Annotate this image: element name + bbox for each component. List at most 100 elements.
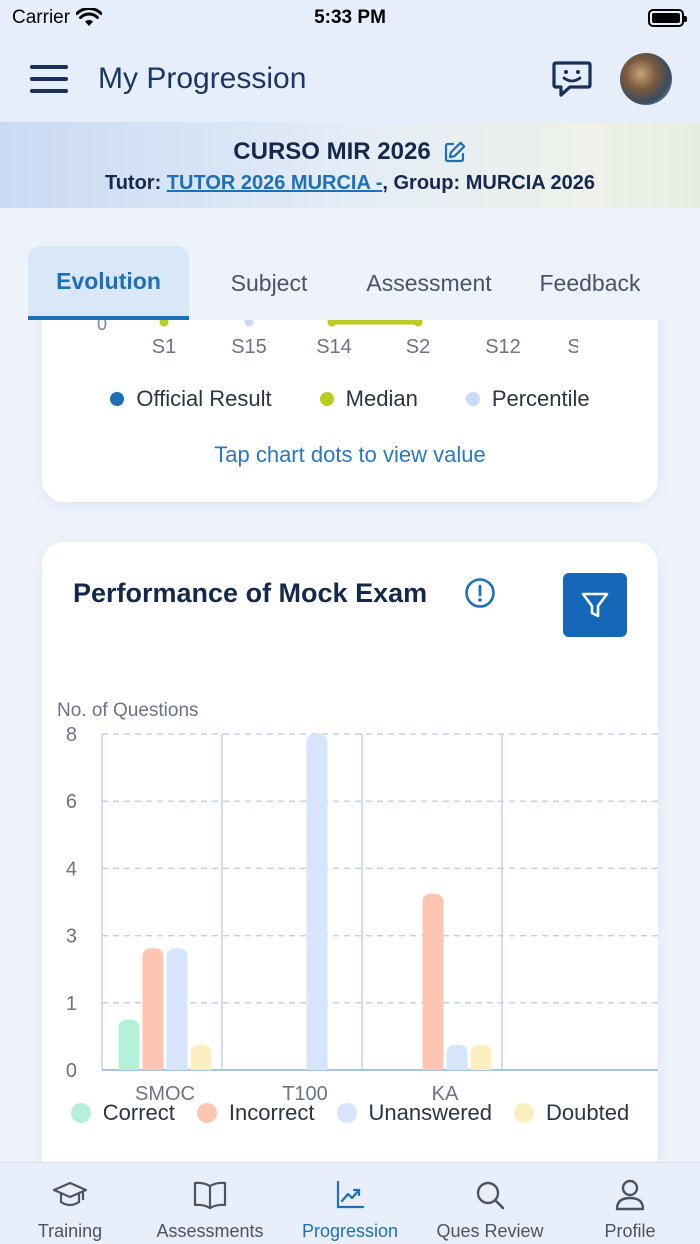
legend-label: Median [345,386,418,411]
legend-label: Correct [102,1100,175,1125]
bottom-nav: Training Assessments Progression Ques Re… [0,1162,700,1244]
evo-median-dot[interactable] [327,320,337,327]
bar-base [306,1062,328,1070]
evo-y-tick: 0 [97,320,107,334]
evo-x-label: S1 [152,336,176,358]
performance-title: Performance of Mock Exam [73,578,428,608]
percentile-dot [465,392,480,406]
y-tick-label: 4 [66,858,77,880]
evo-median-dot[interactable] [413,320,423,327]
legend-unanswered: Unanswered [336,1100,493,1126]
y-tick-label: 6 [66,791,77,813]
evo-median-dot[interactable] [159,320,169,327]
legend-median: Median [319,386,418,412]
median-dot [319,392,334,406]
nav-progression[interactable]: Progression [280,1163,420,1244]
performance-bar-chart[interactable]: No. of Questions013468SMOC T100 KA [42,652,658,1112]
app-header: My Progression [0,36,700,122]
open-book-icon [193,1181,227,1210]
legend-dot [336,1103,357,1123]
evo-x-label: S14 [316,336,352,358]
nav-label: Assessments [156,1221,264,1241]
avatar[interactable] [620,53,672,105]
status-bar: Carrier 5:33 PM [0,0,700,36]
evolution-card: 0 S1 S15 S14 S2 S12 S Official Result Median … [42,320,658,502]
tabs-area: Evolution Subject Assessment Feedback [0,208,700,322]
performance-card: Performance of Mock Exam No. of Question… [42,542,658,1162]
performance-legend: Correct Incorrect Unanswered Doubted [42,1100,658,1126]
tutor-link[interactable]: TUTOR 2026 MURCIA - [167,172,383,194]
course-banner: CURSO MIR 2026 Tutor: TUTOR 2026 MURCIA … [0,122,700,208]
hamburger-menu-icon[interactable] [30,65,68,93]
legend-dot [514,1103,535,1123]
legend-label: Doubted [546,1100,630,1125]
nav-label: Progression [301,1221,399,1241]
nav-label: Ques Review [436,1221,544,1241]
info-circle-icon[interactable] [464,577,496,609]
legend-label: Official Result [136,386,272,411]
nav-label: Training [37,1221,103,1241]
chat-smile-icon[interactable] [550,57,594,101]
wifi-icon [76,8,103,26]
y-tick-label: 0 [66,1060,77,1082]
bar-incorrect[interactable] [422,893,444,1070]
bar-base [118,1062,140,1070]
edit-icon[interactable] [443,140,467,164]
evo-x-label: S15 [231,336,267,358]
nav-assessments[interactable]: Assessments [140,1163,280,1244]
legend-label: Percentile [491,386,590,411]
tab-feedback[interactable]: Feedback [509,246,671,320]
status-time: 5:33 PM [314,7,386,28]
bar-unanswered[interactable] [306,734,328,1070]
y-axis-label: No. of Questions [57,700,199,721]
tab-bar: Evolution Subject Assessment Feedback [28,246,671,320]
bar-base [142,1062,164,1070]
legend-official-result: Official Result [110,386,272,412]
legend-label: Incorrect [228,1100,315,1125]
filter-funnel-icon [581,592,609,618]
tap-hint[interactable]: Tap chart dots to view value [42,442,658,468]
legend-doubted: Doubted [514,1100,629,1126]
tutor-prefix: Tutor: [104,172,167,194]
nav-training[interactable]: Training [0,1163,140,1244]
evo-percentile-dot[interactable] [244,320,254,327]
official-result-dot [110,392,125,406]
legend-incorrect: Incorrect [196,1100,315,1126]
legend-label: Unanswered [368,1100,493,1125]
bar-base [190,1062,212,1070]
group-text: , Group: MURCIA 2026 [382,172,596,194]
nav-label: Profile [604,1221,656,1241]
legend-dot [196,1103,217,1123]
bar-base [446,1062,468,1070]
battery-icon [648,9,687,27]
evolution-chart[interactable]: 0 S1 S15 S14 S2 S12 S [42,320,658,360]
y-tick-label: 1 [66,993,77,1015]
status-left: Carrier [12,7,103,29]
user-icon [615,1179,645,1211]
nav-profile[interactable]: Profile [560,1163,700,1244]
graduation-cap-icon [52,1181,88,1207]
bar-base [470,1062,492,1070]
evo-x-label: S2 [406,336,430,358]
filter-button[interactable] [563,573,627,637]
page-title: My Progression [98,62,307,95]
evolution-legend: Official Result Median Percentile [42,386,658,412]
y-tick-label: 3 [66,926,77,948]
tab-assessment[interactable]: Assessment [349,246,509,320]
y-tick-label: 8 [66,724,77,746]
tab-evolution[interactable]: Evolution [28,246,189,320]
bar-unanswered[interactable] [166,948,188,1070]
scroll-content[interactable]: 0 S1 S15 S14 S2 S12 S Official Result Median … [0,320,700,1162]
legend-percentile: Percentile [465,386,590,412]
evo-x-label: S12 [485,336,521,358]
course-name: CURSO MIR 2026 [233,138,431,165]
nav-ques-review[interactable]: Ques Review [420,1163,560,1244]
search-icon [476,1181,505,1210]
legend-correct: Correct [70,1100,175,1126]
legend-dot [70,1103,91,1123]
course-meta: Tutor: TUTOR 2026 MURCIA -, Group: MURCI… [0,172,700,195]
line-chart-icon [336,1180,365,1209]
bar-base [422,1062,444,1070]
tab-subject[interactable]: Subject [189,246,349,320]
bar-incorrect[interactable] [142,948,164,1070]
